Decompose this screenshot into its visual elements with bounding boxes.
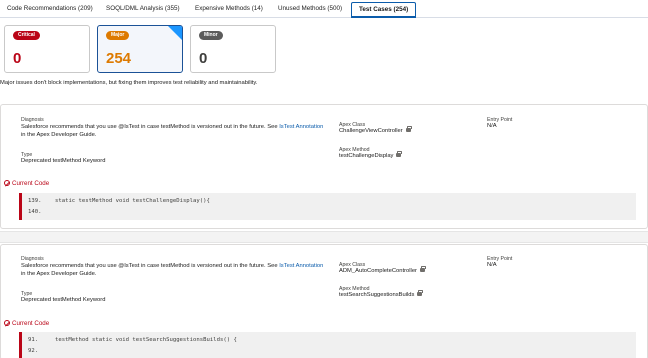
severity-card-minor[interactable]: Minor 0 [190,25,276,73]
apex-method-value: testSearchSuggestionsBuilds [339,290,424,298]
severity-description: Major issues don't block implementations… [0,80,258,86]
severity-badge-major: Major [106,31,130,40]
code-block: 91. testMethod static void testSearchSug… [19,332,636,358]
copy-icon[interactable] [419,266,426,273]
apex-class-value: ChallengeViewController [339,126,412,134]
severity-count-minor: 0 [199,50,208,67]
type-value: Deprecated testMethod Keyword [21,297,106,303]
severity-badge-minor: Minor [199,31,223,40]
code-text: testMethod static void testSearchSuggest… [54,337,237,343]
entry-point-value: N/A [487,262,497,268]
tab-unused-methods[interactable]: Unused Methods (500) [278,5,342,12]
diagnosis-text: Salesforce recommends that you use @IsTe… [21,123,326,139]
entry-point-value: N/A [487,123,497,129]
apex-method-name: testChallengeDisplay [339,153,394,159]
diagnosis-text-suffix: in the Apex Developer Guide. [21,132,97,138]
apex-method-name: testSearchSuggestionsBuilds [339,292,415,298]
apex-class-value: ADM_AutoCompleteController [339,266,426,274]
line-number: 140. [28,209,42,215]
apex-method-value: testChallengeDisplay [339,151,403,159]
copy-icon[interactable] [417,290,424,297]
diagnosis-text-prefix: Salesforce recommends that you use @IsTe… [21,263,280,269]
diagnosis-text-prefix: Salesforce recommends that you use @IsTe… [21,124,280,130]
copy-icon[interactable] [405,126,412,133]
ban-icon [4,320,10,326]
copy-icon[interactable] [396,151,403,158]
istest-annotation-link[interactable]: IsTest Annotation [279,263,323,269]
diagnosis-text: Salesforce recommends that you use @IsTe… [21,262,326,278]
apex-class-name: ChallengeViewController [339,128,403,134]
istest-annotation-link[interactable]: IsTest Annotation [279,124,323,130]
line-number: 139. [28,198,42,204]
apex-class-name: ADM_AutoCompleteController [339,268,417,274]
tab-soql-dml-analysis[interactable]: SOQL/DML Analysis (355) [106,5,180,12]
current-code-label: Current Code [12,320,50,327]
line-number: 92. [28,348,39,354]
severity-badge-critical: Critical [13,31,40,40]
severity-card-major[interactable]: Major 254 [97,25,183,73]
tab-code-recommendations[interactable]: Code Recommendations (209) [7,5,93,12]
code-line: 140. [28,209,41,215]
tab-test-cases[interactable]: Test Cases (254) [351,2,417,18]
severity-count-critical: 0 [13,50,22,67]
type-value: Deprecated testMethod Keyword [21,158,106,164]
code-line: 139. static testMethod void testChalleng… [28,198,210,204]
severity-card-critical[interactable]: Critical 0 [4,25,90,73]
code-line: 91. testMethod static void testSearchSug… [28,337,237,343]
tab-bar: Code Recommendations (209) SOQL/DML Anal… [0,0,648,18]
code-text: static testMethod void testChallengeDisp… [54,198,210,204]
code-block: 139. static testMethod void testChalleng… [19,193,636,220]
line-number: 91. [28,337,39,343]
current-code-heading: Current Code [4,180,49,187]
ban-icon [4,180,10,186]
severity-count-major: 254 [106,50,132,67]
issue-separator [0,231,648,243]
tab-expensive-methods[interactable]: Expensive Methods (14) [195,5,263,12]
diagnosis-text-suffix: in the Apex Developer Guide. [21,271,97,277]
current-code-heading: Current Code [4,320,49,327]
current-code-label: Current Code [12,180,50,187]
code-line: 92. [28,348,38,354]
selected-corner-indicator [168,26,182,40]
